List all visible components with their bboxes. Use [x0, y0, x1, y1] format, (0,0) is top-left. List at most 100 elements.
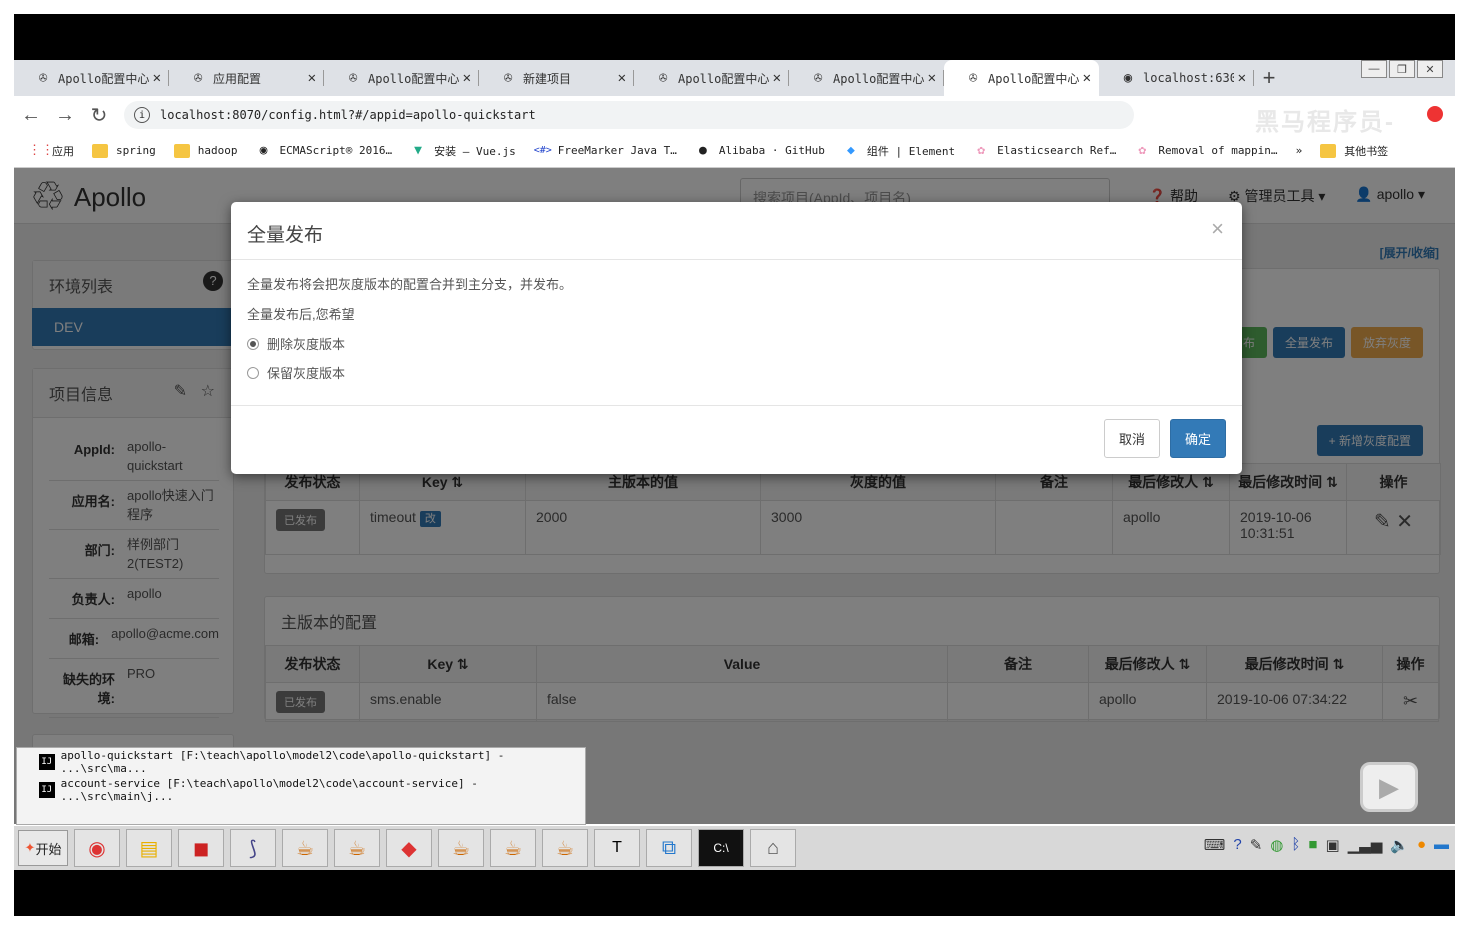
- restore-icon[interactable]: ❐: [1389, 60, 1415, 78]
- bookmark-label: Alibaba · GitHub: [718, 144, 825, 157]
- globe-icon: ◉: [259, 142, 268, 158]
- vmware-taskbar-icon[interactable]: ⧉: [646, 829, 692, 867]
- apollo-icon: ✇: [38, 70, 48, 86]
- radio-checked-icon[interactable]: [247, 337, 259, 350]
- tab-label: Apollo配置中心: [678, 71, 769, 86]
- bookmark-label: Elasticsearch Ref…: [997, 144, 1117, 157]
- close-window-icon[interactable]: ✕: [1417, 60, 1443, 78]
- intellij-icon: IJ: [39, 782, 55, 798]
- chrome-taskbar-icon[interactable]: ◉: [74, 829, 120, 867]
- tab-3[interactable]: ✇ 新建项目 ✕: [479, 60, 634, 96]
- forward-icon[interactable]: →: [48, 104, 82, 127]
- extension-icon[interactable]: [1427, 106, 1443, 122]
- letterbox-top: [14, 14, 1455, 60]
- confirm-button[interactable]: 确定: [1169, 419, 1226, 458]
- tab-0[interactable]: ✇ Apollo配置中心 ✕: [14, 60, 169, 96]
- reload-icon[interactable]: ↻: [82, 103, 116, 128]
- bookmark-element[interactable]: ◆ 组件 | Element: [843, 143, 955, 159]
- close-icon[interactable]: ✕: [463, 70, 471, 86]
- overflow-chevron-icon: »: [1295, 144, 1303, 157]
- java-taskbar-icon[interactable]: ☕: [490, 829, 536, 867]
- app-taskbar-icon[interactable]: ◆: [386, 829, 432, 867]
- tab-1[interactable]: ✇ 应用配置 ✕: [169, 60, 324, 96]
- bookmark-label: hadoop: [197, 144, 238, 157]
- intellij-icon: IJ: [39, 754, 55, 770]
- back-icon[interactable]: ←: [14, 104, 48, 127]
- cmd-taskbar-icon[interactable]: C:\: [698, 829, 744, 867]
- url-text: localhost:8070/config.html?#/appid=apoll…: [160, 108, 536, 122]
- text-editor-taskbar-icon[interactable]: T: [594, 829, 640, 867]
- radio-keep-gray[interactable]: 保留灰度版本: [247, 363, 1226, 382]
- tab-5[interactable]: ✇ Apollo配置中心 ✕: [789, 60, 944, 96]
- tab-7[interactable]: ◉ localhost:630 ✕: [1099, 60, 1254, 96]
- help-tray-icon[interactable]: ?: [1233, 836, 1241, 854]
- network-icon[interactable]: ◍: [1270, 836, 1283, 854]
- bookmark-label: 安装 — Vue.js: [434, 144, 516, 158]
- tab-6-active[interactable]: ✇ Apollo配置中心 ✕: [944, 60, 1099, 96]
- bookmark-removal[interactable]: ✿ Removal of mappin…: [1134, 142, 1277, 158]
- bookmark-label: 应用: [52, 144, 74, 158]
- system-tray: ⌨ ? ✎ ◍ ᛒ ■ ▣ ▁▃▅ 🔈 ● ▬: [1204, 836, 1449, 854]
- elastic-icon: ✿: [1138, 142, 1147, 158]
- github-icon: ●: [699, 142, 707, 158]
- letterbox-bottom: [14, 870, 1455, 916]
- bookmark-freemarker[interactable]: <#> FreeMarker Java T…: [534, 144, 677, 158]
- java-taskbar-icon[interactable]: ☕: [542, 829, 588, 867]
- java-taskbar-icon[interactable]: ☕: [334, 829, 380, 867]
- minimize-icon[interactable]: —: [1361, 60, 1387, 78]
- bookmark-elasticsearch[interactable]: ✿ Elasticsearch Ref…: [973, 143, 1117, 158]
- java-taskbar-icon[interactable]: ☕: [282, 829, 328, 867]
- windows-taskbar: ✦ 开始 ◉ ▤ ◼ ⟆ ☕ ☕ ◆ ☕ ☕ ☕ T ⧉ C:\ ⌂ ⌨ ? ✎ …: [14, 825, 1455, 870]
- preview-label: apollo-quickstart [F:\teach\apollo\model…: [60, 749, 505, 775]
- bookmark-label: FreeMarker Java T…: [557, 144, 677, 157]
- close-icon[interactable]: ×: [1211, 216, 1224, 242]
- tab-4[interactable]: ✇ Apollo配置中心 ✕: [634, 60, 789, 96]
- bookmark-hadoop[interactable]: hadoop: [173, 143, 238, 158]
- tab-label: Apollo配置中心: [988, 71, 1079, 86]
- intellij-taskbar-icon[interactable]: ◼: [178, 829, 224, 867]
- apollo-page: ♲Apollo 搜索项目(AppId、项目名) ❓ 帮助 ⚙ 管理员工具 ▾ 👤…: [14, 168, 1455, 824]
- tab-2[interactable]: ✇ Apollo配置中心 ✕: [324, 60, 479, 96]
- preview-item-0[interactable]: IJ apollo-quickstart [F:\teach\apollo\mod…: [17, 748, 585, 776]
- display-icon[interactable]: ▣: [1325, 836, 1339, 854]
- start-button[interactable]: ✦ 开始: [18, 830, 68, 866]
- taskbar-preview-popup: IJ apollo-quickstart [F:\teach\apollo\mod…: [16, 747, 586, 825]
- explorer-taskbar-icon[interactable]: ▤: [126, 829, 172, 867]
- keyboard-icon[interactable]: ⌨: [1204, 836, 1226, 854]
- close-icon[interactable]: ✕: [1238, 70, 1246, 86]
- bookmark-other[interactable]: 其他书签: [1320, 143, 1388, 159]
- java-taskbar-icon[interactable]: ☕: [438, 829, 484, 867]
- bookmark-github[interactable]: ● Alibaba · GitHub: [695, 142, 825, 158]
- close-icon[interactable]: ✕: [928, 70, 936, 86]
- show-desktop-icon[interactable]: ▬: [1434, 836, 1449, 854]
- preview-item-1[interactable]: IJ account-service [F:\teach\apollo\model…: [17, 776, 585, 804]
- bookmark-spring[interactable]: spring: [92, 143, 156, 158]
- screen-frame: ✇ Apollo配置中心 ✕ ✇ 应用配置 ✕ ✇ Apollo配置中心 ✕ ✇ 新建项目 ✕ …: [0, 0, 1471, 931]
- close-icon[interactable]: ✕: [618, 70, 626, 86]
- radio-delete-gray[interactable]: 删除灰度版本: [247, 334, 1226, 353]
- volume-icon[interactable]: 🔈: [1390, 836, 1409, 854]
- apollo-icon: ✇: [658, 70, 668, 86]
- info-icon[interactable]: i: [134, 107, 150, 123]
- bookmark-apps[interactable]: ⋮⋮ 应用: [28, 143, 74, 159]
- shark-taskbar-icon[interactable]: ⟆: [230, 829, 276, 867]
- nvidia-icon[interactable]: ■: [1308, 836, 1317, 854]
- bluetooth-icon[interactable]: ᛒ: [1291, 836, 1300, 854]
- bookmark-vue[interactable]: ▼ 安装 — Vue.js: [410, 143, 516, 159]
- tab-label: 新建项目: [523, 71, 572, 86]
- pen-icon[interactable]: ✎: [1250, 836, 1263, 854]
- radio-unchecked-icon[interactable]: [247, 366, 259, 379]
- apollo-icon: ✇: [968, 70, 978, 86]
- new-tab-button[interactable]: +: [1254, 60, 1284, 96]
- bookmarks-overflow[interactable]: »: [1296, 144, 1303, 157]
- notification-badge-icon[interactable]: ●: [1417, 836, 1426, 854]
- close-icon[interactable]: ✕: [308, 70, 316, 86]
- close-icon[interactable]: ✕: [773, 70, 781, 86]
- remote-desktop-taskbar-icon[interactable]: ⌂: [750, 829, 796, 867]
- signal-icon[interactable]: ▁▃▅: [1348, 836, 1383, 854]
- close-icon[interactable]: ✕: [153, 70, 161, 86]
- close-icon[interactable]: ✕: [1083, 70, 1091, 86]
- bookmark-ecmascript[interactable]: ◉ ECMAScript® 2016…: [256, 142, 393, 158]
- cancel-button[interactable]: 取消: [1103, 419, 1160, 458]
- url-field[interactable]: i localhost:8070/config.html?#/appid=apol…: [124, 101, 1134, 129]
